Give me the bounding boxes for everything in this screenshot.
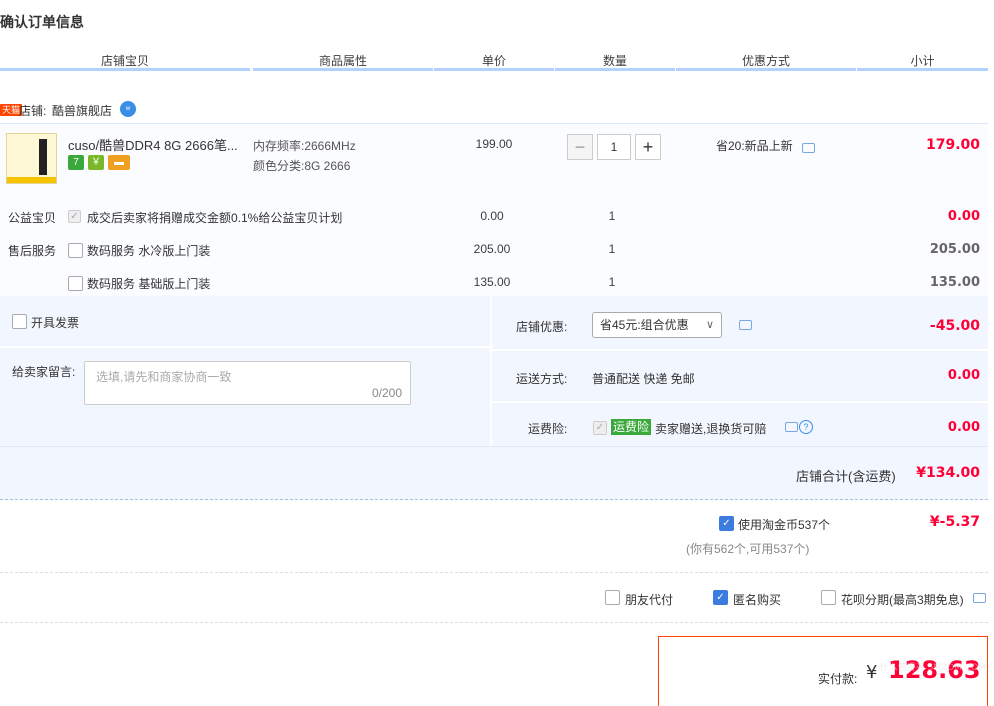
divider bbox=[0, 622, 988, 623]
huabei-installment-label: 花呗分期(最高3期免息) bbox=[841, 593, 964, 607]
store-discount-amount: -45.00 bbox=[929, 318, 980, 334]
quantity-decrease-button[interactable]: − bbox=[567, 134, 593, 160]
seller-message-counter: 0/200 bbox=[371, 386, 402, 400]
quantity-increase-button[interactable]: + bbox=[635, 134, 661, 160]
comment-icon[interactable] bbox=[802, 143, 815, 153]
service-water-cooled-subtotal: 205.00 bbox=[929, 242, 980, 257]
coins-hint: (你有562个,可用537个) bbox=[686, 542, 810, 556]
wangwang-chat-icon[interactable]: ʷ bbox=[120, 101, 136, 117]
shipping-amount: 0.00 bbox=[947, 368, 980, 383]
friend-pay-label: 朋友代付 bbox=[625, 593, 674, 607]
service-basic-checkbox[interactable] bbox=[68, 276, 83, 291]
friend-pay-checkbox[interactable] bbox=[605, 590, 620, 605]
column-header-item: 店铺宝贝 bbox=[100, 54, 149, 68]
column-header-quantity: 数量 bbox=[602, 54, 627, 68]
divider bbox=[0, 346, 490, 348]
item-subtotal: 179.00 bbox=[925, 137, 980, 153]
divider bbox=[492, 401, 988, 403]
insurance-tag: 运费险 bbox=[611, 419, 652, 435]
guarantee-icon: ￥ bbox=[88, 155, 104, 170]
header-underline bbox=[555, 68, 675, 71]
charity-checkbox: ✓ bbox=[68, 210, 81, 223]
huabei-installment-checkbox[interactable] bbox=[821, 590, 836, 605]
store-label: 店铺: bbox=[19, 104, 47, 118]
seven-day-return-icon: 7 bbox=[68, 155, 84, 170]
service-basic-text: 数码服务 基础版上门装 bbox=[87, 277, 211, 291]
shipping-label: 运送方式: bbox=[516, 372, 568, 386]
insurance-amount: 0.00 bbox=[947, 420, 980, 435]
store-discount-label: 店铺优惠: bbox=[516, 320, 568, 334]
store-total-amount: ¥134.00 bbox=[916, 465, 980, 481]
comment-icon[interactable] bbox=[739, 320, 752, 330]
help-icon[interactable]: ? bbox=[799, 420, 813, 434]
service-basic-subtotal: 135.00 bbox=[929, 275, 980, 290]
charity-quantity: 1 bbox=[608, 209, 616, 223]
header-underline bbox=[253, 68, 433, 71]
charity-subtotal: 0.00 bbox=[947, 209, 980, 224]
seller-message-input[interactable]: 选填,请先和商家协商一致 0/200 bbox=[84, 361, 411, 405]
chevron-down-icon: ∨ bbox=[705, 319, 714, 331]
service-basic-price: 135.00 bbox=[473, 275, 511, 289]
item-promotion: 省20:新品上新 bbox=[716, 139, 793, 153]
watermark: 什么值得买 SMZDM.COM bbox=[879, 663, 986, 673]
coins-amount: ¥-5.37 bbox=[929, 514, 980, 530]
store-total-label: 店铺合计(含运费) bbox=[796, 469, 896, 484]
charity-price: 0.00 bbox=[480, 209, 504, 223]
header-underline bbox=[434, 68, 554, 71]
column-header-attributes: 商品属性 bbox=[318, 54, 367, 68]
service-water-cooled-price: 205.00 bbox=[473, 242, 511, 256]
store-name-link[interactable]: 酷兽旗舰店 bbox=[52, 102, 112, 119]
divider bbox=[490, 296, 492, 446]
divider bbox=[492, 349, 988, 351]
item-title-link[interactable]: cuso/酷兽DDR4 8G 2666笔... bbox=[68, 135, 243, 154]
column-header-discount: 优惠方式 bbox=[741, 54, 790, 68]
charity-text: 成交后卖家将捐赠成交金额0.1%给公益宝贝计划 bbox=[87, 211, 343, 225]
seller-message-label: 给卖家留言: bbox=[12, 365, 76, 379]
header-underline bbox=[0, 68, 250, 71]
use-coins-checkbox[interactable]: ✓ bbox=[719, 516, 734, 531]
use-coins-label: 使用淘金币537个 bbox=[738, 518, 831, 532]
header-underline bbox=[857, 68, 988, 71]
item-attribute-color: 颜色分类:8G 2666 bbox=[253, 159, 351, 173]
service-water-cooled-text: 数码服务 水冷版上门装 bbox=[87, 244, 211, 258]
anonymous-purchase-label: 匿名购买 bbox=[733, 593, 782, 607]
header-underline bbox=[676, 68, 856, 71]
service-basic-quantity: 1 bbox=[608, 275, 616, 289]
product-thumbnail[interactable] bbox=[6, 133, 57, 184]
anonymous-purchase-checkbox[interactable]: ✓ bbox=[713, 590, 728, 605]
invoice-label: 开具发票 bbox=[31, 316, 80, 330]
comment-icon[interactable] bbox=[973, 593, 986, 603]
column-header-unit-price: 单价 bbox=[481, 54, 506, 68]
insurance-label: 运费险: bbox=[528, 422, 568, 436]
service-water-cooled-quantity: 1 bbox=[608, 242, 616, 256]
comment-icon[interactable] bbox=[785, 422, 798, 432]
invoice-checkbox[interactable] bbox=[12, 314, 27, 329]
charity-label: 公益宝贝 bbox=[8, 211, 57, 225]
service-water-cooled-checkbox[interactable] bbox=[68, 243, 83, 258]
insurance-text: 卖家赠送,退换货可赔 bbox=[655, 422, 767, 436]
column-header-subtotal: 小计 bbox=[910, 54, 935, 68]
page-title: 确认订单信息 bbox=[0, 14, 84, 30]
item-unit-price: 199.00 bbox=[475, 137, 513, 151]
divider bbox=[0, 572, 988, 573]
shipping-method: 普通配送 快递 免邮 bbox=[592, 372, 695, 386]
store-discount-select[interactable]: 省45元:组合优惠 ∨ bbox=[592, 312, 722, 338]
store-discount-selected-value: 省45元:组合优惠 bbox=[600, 318, 689, 332]
insurance-checkbox: ✓ bbox=[593, 421, 607, 435]
card-payment-icon: ▬ bbox=[108, 155, 130, 170]
after-sale-label: 售后服务 bbox=[8, 244, 57, 258]
seller-message-placeholder: 选填,请先和商家协商一致 bbox=[96, 370, 232, 384]
item-attribute-frequency: 内存频率:2666MHz bbox=[253, 139, 356, 153]
quantity-input[interactable]: 1 bbox=[597, 134, 631, 160]
